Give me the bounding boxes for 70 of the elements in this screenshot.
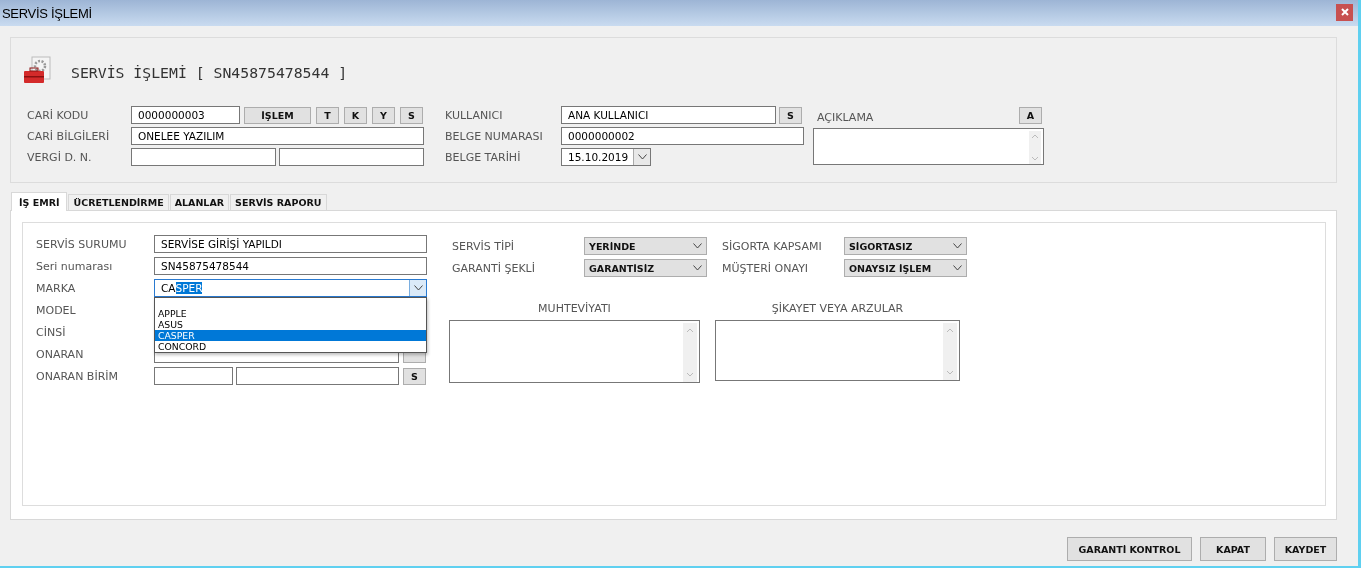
- dropdown-option[interactable]: APPLE: [155, 308, 426, 319]
- field-label: VERGİ D. N.: [27, 150, 93, 164]
- field-label: MUHTEVİYATI: [538, 302, 611, 315]
- field-label: ONARAN: [36, 347, 85, 361]
- dropdown-option[interactable]: CASPER: [155, 330, 426, 341]
- tab[interactable]: SERVİS RAPORU: [230, 194, 327, 210]
- field-label: SİGORTA KAPSAMI: [722, 239, 823, 253]
- search-button[interactable]: S: [779, 106, 802, 124]
- field-label: ONARAN BİRİM: [36, 369, 120, 383]
- scrollbar: [683, 323, 697, 382]
- date-picker[interactable]: 15.10.2019: [561, 148, 651, 166]
- field-label: CARİ BİLGİLERİ: [27, 129, 111, 143]
- text-area[interactable]: [449, 320, 700, 383]
- select-box[interactable]: GARANTİSİZ: [584, 259, 707, 277]
- input-field[interactable]: [154, 367, 233, 385]
- input-field[interactable]: [236, 367, 399, 385]
- text-area[interactable]: [715, 320, 960, 381]
- action-button[interactable]: Y: [372, 106, 395, 124]
- form-title: SERVİS İŞLEMİ [ SN45875478544 ]: [71, 63, 348, 81]
- chevron-down-icon: [413, 285, 423, 291]
- footer-button[interactable]: GARANTİ KONTROL: [1067, 537, 1192, 561]
- chevron-down-icon: [693, 243, 702, 249]
- close-button[interactable]: [1336, 3, 1353, 21]
- field-label: BELGE NUMARASI: [445, 129, 544, 143]
- input-field[interactable]: [279, 148, 424, 166]
- chevron-down-icon: [693, 265, 702, 271]
- field-label: CİNSİ: [36, 325, 67, 339]
- scrollbar: [943, 323, 957, 380]
- action-button[interactable]: İŞLEM: [244, 106, 311, 124]
- window-title: SERVİS İŞLEMİ: [2, 5, 92, 21]
- input-field[interactable]: ONELEE YAZILIM: [131, 127, 424, 145]
- chevron-down-icon: [953, 265, 962, 271]
- select-box[interactable]: ONAYSIZ İŞLEM: [844, 259, 967, 277]
- close-icon: [1340, 8, 1349, 16]
- input-field[interactable]: SERVİSE GİRİŞİ YAPILDI: [154, 235, 427, 253]
- field-label: SERVİS SURUMU: [36, 237, 128, 251]
- field-label: ŞİKAYET VEYA ARZULAR: [771, 302, 904, 315]
- field-label: MODEL: [36, 303, 77, 317]
- input-field[interactable]: 0000000002: [561, 127, 804, 145]
- input-field[interactable]: ANA KULLANICI: [561, 106, 776, 124]
- input-field[interactable]: 0000000003: [131, 106, 240, 124]
- field-label: BELGE TARİHİ: [445, 150, 522, 164]
- footer-button[interactable]: KAPAT: [1200, 537, 1266, 561]
- select-box[interactable]: SİGORTASIZ: [844, 237, 967, 255]
- dropdown-option[interactable]: ASUS: [155, 319, 426, 330]
- field-label: KULLANICI: [445, 108, 504, 122]
- select-box[interactable]: YERİNDE: [584, 237, 707, 255]
- tab[interactable]: ÜCRETLENDİRME: [68, 194, 169, 210]
- field-label: GARANTİ ŞEKLİ: [452, 261, 536, 275]
- field-label: SERVİS TİPİ: [452, 239, 516, 253]
- field-label: MARKA: [36, 281, 77, 295]
- field-label: Seri numarası: [36, 259, 114, 273]
- tab[interactable]: ALANLAR: [169, 194, 230, 210]
- scrollbar: [1029, 131, 1041, 164]
- chevron-down-icon: [637, 154, 647, 160]
- chevron-down-icon: [953, 243, 962, 249]
- footer-button[interactable]: KAYDET: [1274, 537, 1337, 561]
- input-field[interactable]: SN45875478544: [154, 257, 427, 275]
- field-label: AÇIKLAMA: [817, 111, 874, 124]
- input-field[interactable]: [131, 148, 276, 166]
- dropdown-option[interactable]: CONCORD: [155, 341, 426, 352]
- field-label: CARİ KODU: [27, 108, 90, 122]
- field-label: MÜŞTERİ ONAYI: [722, 261, 810, 275]
- search-button[interactable]: S: [403, 367, 426, 385]
- text-area[interactable]: [813, 128, 1044, 165]
- action-button[interactable]: S: [400, 106, 423, 124]
- action-button[interactable]: A: [1019, 107, 1042, 124]
- action-button[interactable]: K: [344, 106, 367, 124]
- action-button[interactable]: T: [316, 106, 339, 124]
- tab[interactable]: İŞ EMRİ: [11, 192, 68, 211]
